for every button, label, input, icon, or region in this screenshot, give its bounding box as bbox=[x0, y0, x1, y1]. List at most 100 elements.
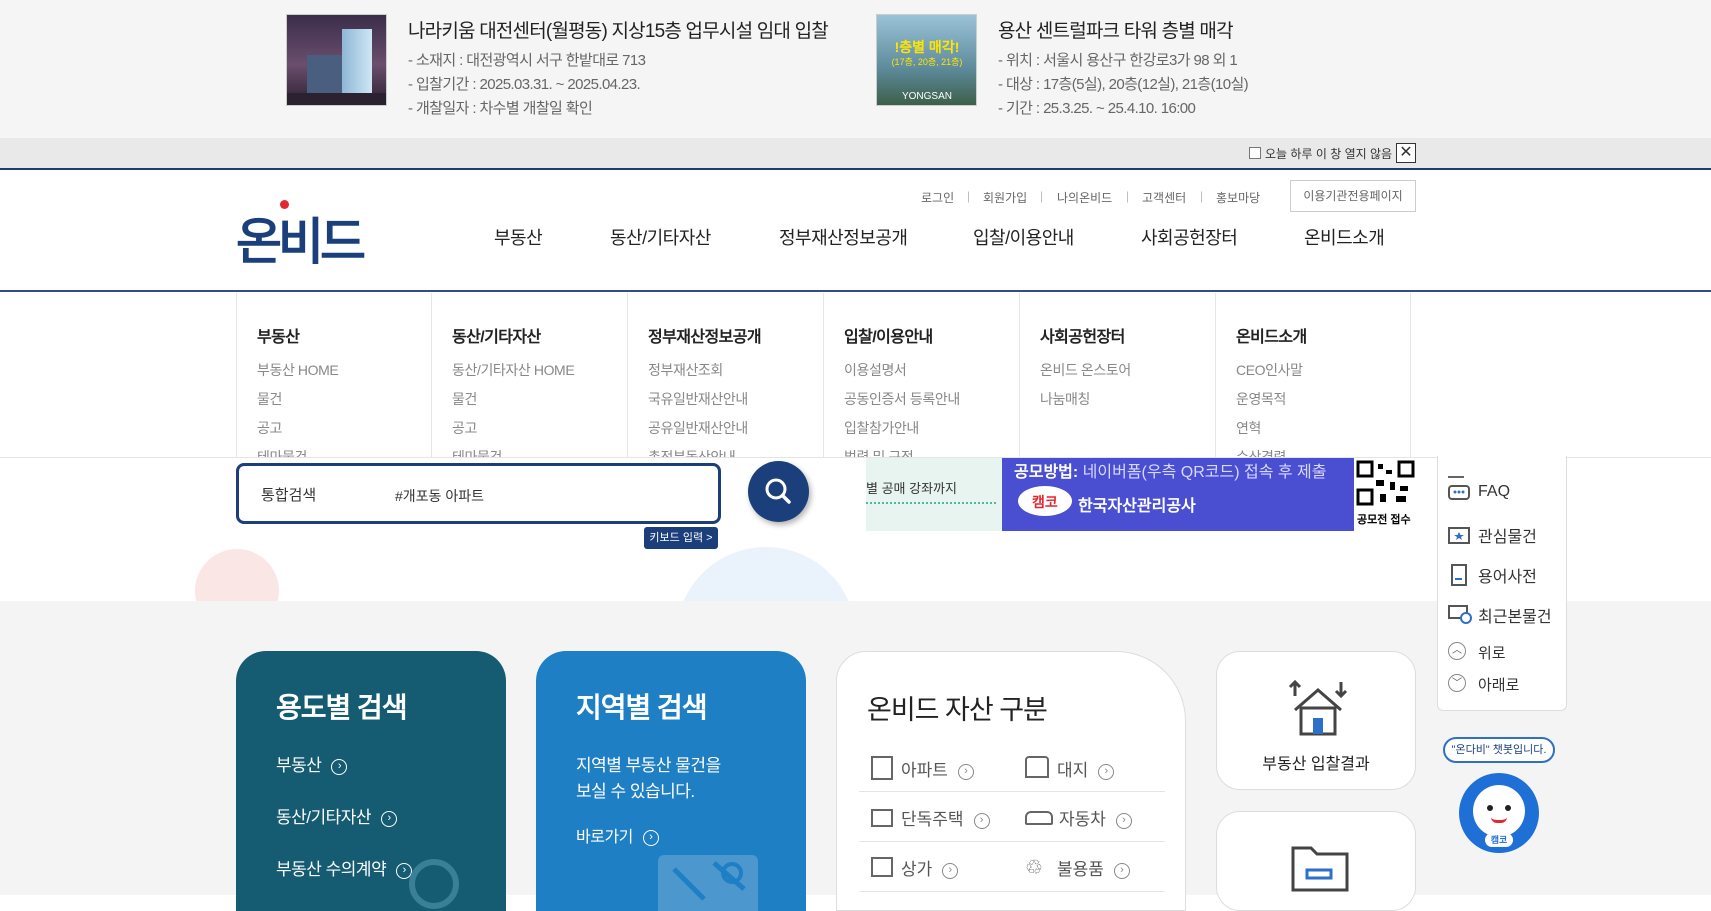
car-icon bbox=[1025, 811, 1053, 825]
asset-house[interactable]: 단독주택 › bbox=[871, 805, 990, 830]
mega-item[interactable]: 물건 bbox=[257, 389, 282, 409]
quick-dictionary[interactable]: 용어사전 bbox=[1478, 563, 1537, 587]
nav-gov-property[interactable]: 정부재산정보공개 bbox=[779, 224, 908, 250]
my-onbid-link[interactable]: 나의온비드 bbox=[1057, 189, 1112, 206]
mega-item[interactable]: 나눔매칭 bbox=[1040, 389, 1090, 409]
banner-right-panel: 공모방법: 네이버폼(우측 QR코드) 접속 후 제출 캠코 한국자산관리공사 … bbox=[1002, 458, 1417, 531]
mega-item[interactable]: 수상경력 bbox=[1236, 447, 1286, 457]
chatbot-bubble: "온다비" 챗봇입니다. bbox=[1443, 737, 1555, 763]
mega-heading[interactable]: 동산/기타자산 bbox=[452, 323, 541, 347]
mega-item[interactable]: 이용설명서 bbox=[844, 360, 907, 380]
asset-label: 대지 bbox=[1057, 761, 1089, 780]
asset-category-card: 온비드 자산 구분 아파트 › 대지 › 단독주택 › 자동차 › 상가 › ♲ 불용품 › bbox=[836, 651, 1186, 911]
onbid-logo[interactable]: 온비드 bbox=[236, 200, 366, 274]
search-category-select[interactable]: 통합검색 bbox=[261, 484, 316, 505]
recycle-icon: ♲ bbox=[1025, 857, 1043, 879]
mega-heading[interactable]: 입찰/이용안내 bbox=[844, 323, 933, 347]
recent-items-icon bbox=[1448, 604, 1472, 624]
ad-thumbnail-tower[interactable]: !층별 매각! (17층, 20층, 21층) YONGSAN bbox=[876, 14, 977, 106]
search-button[interactable] bbox=[748, 461, 809, 522]
close-popup-button[interactable]: ✕ bbox=[1396, 143, 1416, 163]
usage-link-movables[interactable]: 동산/기타자산 › bbox=[276, 803, 398, 828]
mega-item[interactable]: 온비드 온스토어 bbox=[1040, 360, 1131, 380]
hide-today-checkbox[interactable] bbox=[1249, 147, 1261, 159]
search-input[interactable]: #개포동 아파트 bbox=[395, 486, 484, 506]
hide-today-label[interactable]: 오늘 하루 이 창 열지 않음 bbox=[1265, 145, 1392, 162]
mega-heading[interactable]: 부동산 bbox=[257, 323, 300, 347]
asset-store[interactable]: 상가 › bbox=[871, 855, 959, 880]
chatbot-avatar: 캠코 bbox=[1459, 773, 1539, 853]
region-desc-line1: 지역별 부동산 물건을 bbox=[576, 756, 721, 775]
logo-dot-icon bbox=[280, 200, 289, 209]
nav-bid-guide[interactable]: 입찰/이용안내 bbox=[973, 224, 1074, 250]
mega-item[interactable]: 테마물건 bbox=[257, 447, 307, 457]
usage-link-negotiated[interactable]: 부동산 수의계약 › bbox=[276, 855, 413, 880]
mega-item[interactable]: 공동인증서 등록안내 bbox=[844, 389, 960, 409]
quick-scroll-down[interactable]: 아래로 bbox=[1478, 674, 1519, 695]
asset-label: 상가 bbox=[901, 860, 933, 879]
ad-thumbnail-building[interactable] bbox=[286, 14, 387, 106]
folder-card[interactable] bbox=[1216, 811, 1416, 911]
region-search-title: 지역별 검색 bbox=[576, 692, 708, 723]
banner-org-text: 한국자산관리공사 bbox=[1078, 498, 1196, 515]
asset-car[interactable]: 자동차 › bbox=[1025, 805, 1132, 830]
bid-result-card[interactable]: 부동산 입찰결과 bbox=[1216, 651, 1416, 790]
keyboard-input-button[interactable]: 키보드 입력 > bbox=[644, 527, 718, 549]
login-link[interactable]: 로그인 bbox=[921, 189, 954, 206]
mega-item[interactable]: 공고 bbox=[452, 418, 477, 438]
mega-item[interactable]: 테마물건 bbox=[452, 447, 502, 457]
region-search-card: 지역별 검색 지역별 부동산 물건을 보실 수 있습니다. 바로가기 › bbox=[536, 651, 806, 911]
mega-col-movables: 동산/기타자산 동산/기타자산 HOME 물건 공고 테마물건 bbox=[431, 293, 627, 457]
dictionary-icon bbox=[1448, 564, 1470, 586]
faq-icon bbox=[1448, 484, 1470, 504]
ad-title[interactable]: 나라키움 대전센터(월평동) 지상15층 업무시설 임대 입찰 bbox=[408, 16, 829, 43]
mega-item[interactable]: 연혁 bbox=[1236, 418, 1261, 438]
mega-item[interactable]: 부동산 HOME bbox=[257, 360, 339, 380]
arrow-circle-icon: › bbox=[1113, 862, 1130, 879]
region-go-link[interactable]: 바로가기 › bbox=[576, 823, 659, 847]
quick-scroll-up[interactable]: 위로 bbox=[1478, 642, 1506, 663]
mega-item[interactable]: 물건 bbox=[452, 389, 477, 409]
mega-item[interactable]: 동산/기타자산 HOME bbox=[452, 360, 575, 380]
customer-center-link[interactable]: 고객센터 bbox=[1142, 189, 1186, 206]
region-go-label: 바로가기 bbox=[576, 829, 633, 846]
mega-item[interactable]: CEO인사말 bbox=[1236, 360, 1303, 380]
mega-item[interactable]: 정부재산조회 bbox=[648, 360, 723, 380]
quick-recent[interactable]: 최근본물건 bbox=[1478, 603, 1552, 627]
mega-item[interactable]: 공유일반재산안내 bbox=[648, 418, 748, 438]
mega-col-bid-guide: 입찰/이용안내 이용설명서 공동인증서 등록안내 입찰참가안내 법령 및 규정 bbox=[823, 293, 1019, 457]
mega-item[interactable]: 총전부동산안내 bbox=[648, 447, 736, 457]
nav-movables[interactable]: 동산/기타자산 bbox=[610, 224, 711, 250]
mega-item[interactable]: 국유일반재산안내 bbox=[648, 389, 748, 409]
usage-link-label: 부동산 수의계약 bbox=[276, 860, 387, 879]
mega-item[interactable]: 운영목적 bbox=[1236, 389, 1286, 409]
mega-item[interactable]: 입찰참가안내 bbox=[844, 418, 919, 438]
quick-faq[interactable]: FAQ bbox=[1478, 483, 1510, 501]
quick-favorites[interactable]: 관심물건 bbox=[1478, 523, 1537, 547]
land-icon bbox=[1025, 756, 1049, 778]
chatbot-launcher[interactable]: "온다비" 챗봇입니다. 캠코 bbox=[1443, 737, 1555, 857]
usage-search-card: 용도별 검색 부동산 › 동산/기타자산 › 부동산 수의계약 › bbox=[236, 651, 506, 911]
nav-about[interactable]: 온비드소개 bbox=[1304, 224, 1385, 250]
nav-real-estate[interactable]: 부동산 bbox=[494, 224, 543, 250]
usage-link-real-estate[interactable]: 부동산 › bbox=[276, 751, 348, 776]
banner-left-text: 별 공매 강좌까지 bbox=[866, 481, 957, 496]
asset-apartment[interactable]: 아파트 › bbox=[871, 756, 974, 781]
mega-heading[interactable]: 온비드소개 bbox=[1236, 323, 1307, 347]
chevron-up-icon: ︿ bbox=[1448, 642, 1466, 660]
mega-heading[interactable]: 정부재산정보공개 bbox=[648, 323, 762, 347]
mega-item[interactable]: 공고 bbox=[257, 418, 282, 438]
asset-land[interactable]: 대지 › bbox=[1025, 756, 1115, 781]
map-illustration-icon bbox=[658, 855, 758, 911]
search-box[interactable]: 통합검색 #개포동 아파트 bbox=[236, 463, 721, 524]
mega-heading[interactable]: 사회공헌장터 bbox=[1040, 323, 1125, 347]
promotion-link[interactable]: 홍보마당 bbox=[1216, 189, 1260, 206]
nav-social-market[interactable]: 사회공헌장터 bbox=[1141, 224, 1238, 250]
ad-title[interactable]: 용산 센트럴파크 타워 층별 매각 bbox=[998, 16, 1234, 43]
row-divider bbox=[859, 791, 1165, 792]
promo-banner[interactable]: 별 공매 강좌까지 공모방법: 네이버폼(우측 QR코드) 접속 후 제출 캠코… bbox=[866, 458, 1417, 531]
institution-page-button[interactable]: 이용기관전용페이지 bbox=[1290, 180, 1416, 212]
signup-link[interactable]: 회원가입 bbox=[983, 189, 1027, 206]
asset-surplus[interactable]: ♲ 불용품 › bbox=[1025, 855, 1130, 880]
mega-item[interactable]: 법령 및 규정 bbox=[844, 447, 914, 457]
